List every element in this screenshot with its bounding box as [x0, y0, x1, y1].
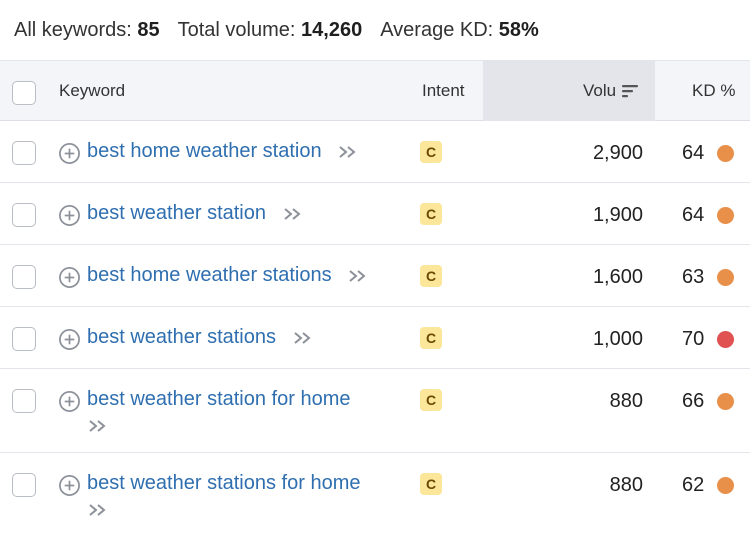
all-keywords-value: 85 [137, 18, 160, 41]
table-row: best weather station for home C 880 66 [0, 369, 750, 453]
kd-difficulty-dot [717, 145, 734, 162]
keyword-link[interactable]: best weather station for home [87, 388, 350, 410]
intent-badge: C [420, 473, 442, 495]
keyword-cell: best home weather station [87, 136, 417, 166]
plus-circle-icon[interactable] [58, 390, 81, 413]
row-checkbox[interactable] [12, 327, 36, 351]
kd-difficulty-dot [717, 269, 734, 286]
average-kd-label: Average KD: [380, 18, 494, 41]
column-header-volume[interactable]: Volu [583, 61, 639, 121]
row-checkbox[interactable] [12, 473, 36, 497]
intent-badge: C [420, 265, 442, 287]
volume-value: 1,900 [592, 204, 643, 226]
keyword-link[interactable]: best home weather stations [87, 264, 332, 286]
volume-value: 880 [609, 390, 643, 412]
kd-value: 62 [682, 474, 705, 496]
summary-bar: All keywords: 85 Total volume: 14,260 Av… [14, 17, 557, 43]
keyword-cell: best weather stations [87, 322, 417, 352]
volume-value: 2,900 [592, 142, 643, 164]
keyword-cell: best weather stations for home [87, 468, 417, 518]
keyword-table: Keyword Intent Volu KD % best home weath… [0, 60, 750, 534]
double-chevron-right-icon[interactable] [282, 206, 304, 222]
kd-difficulty-dot [717, 393, 734, 410]
plus-circle-icon[interactable] [58, 474, 81, 497]
column-header-volume-label: Volu [583, 81, 617, 100]
plus-circle-icon[interactable] [58, 266, 81, 289]
keyword-cell: best home weather stations [87, 260, 417, 290]
kd-value: 64 [682, 142, 705, 164]
kd-difficulty-dot [717, 207, 734, 224]
double-chevron-right-icon[interactable] [87, 502, 109, 518]
summary-average-kd: Average KD: 58% [380, 19, 539, 42]
column-header-keyword[interactable]: Keyword [59, 61, 125, 121]
kd-difficulty-dot [717, 331, 734, 348]
table-row: best home weather station C 2,900 64 [0, 121, 750, 183]
keyword-cell: best weather station for home [87, 384, 417, 434]
row-checkbox[interactable] [12, 389, 36, 413]
all-keywords-label: All keywords: [14, 18, 132, 41]
intent-badge: C [420, 203, 442, 225]
table-body: best home weather station C 2,900 64 bes… [0, 121, 750, 534]
summary-total-volume: Total volume: 14,260 [178, 19, 363, 42]
keyword-cell: best weather station [87, 198, 417, 228]
double-chevron-right-icon[interactable] [292, 330, 314, 346]
row-checkbox[interactable] [12, 203, 36, 227]
table-header: Keyword Intent Volu KD % [0, 60, 750, 121]
double-chevron-right-icon[interactable] [347, 268, 369, 284]
keyword-link[interactable]: best weather stations for home [87, 472, 360, 494]
intent-badge: C [420, 389, 442, 411]
kd-difficulty-dot [717, 477, 734, 494]
table-row: best home weather stations C 1,600 63 [0, 245, 750, 307]
column-header-kd[interactable]: KD % [692, 61, 735, 121]
intent-badge: C [420, 141, 442, 163]
keyword-link[interactable]: best weather stations [87, 326, 276, 348]
plus-circle-icon[interactable] [58, 142, 81, 165]
column-header-intent[interactable]: Intent [422, 61, 465, 121]
select-all-checkbox[interactable] [12, 81, 36, 105]
summary-all-keywords: All keywords: 85 [14, 19, 160, 42]
kd-value: 70 [682, 328, 705, 350]
table-row: best weather stations C 1,000 70 [0, 307, 750, 369]
total-volume-label: Total volume: [177, 18, 296, 41]
total-volume-value: 14,260 [301, 18, 363, 41]
kd-value: 63 [682, 266, 705, 288]
kd-value: 64 [682, 204, 705, 226]
average-kd-value: 58% [498, 18, 539, 41]
plus-circle-icon[interactable] [58, 328, 81, 351]
keyword-link[interactable]: best home weather station [87, 140, 322, 162]
volume-value: 880 [609, 474, 643, 496]
plus-circle-icon[interactable] [58, 204, 81, 227]
volume-value: 1,000 [592, 328, 643, 350]
sort-descending-icon[interactable] [621, 83, 639, 99]
intent-badge: C [420, 327, 442, 349]
kd-value: 66 [682, 390, 705, 412]
double-chevron-right-icon[interactable] [87, 418, 109, 434]
row-checkbox[interactable] [12, 141, 36, 165]
keyword-link[interactable]: best weather station [87, 202, 266, 224]
row-checkbox[interactable] [12, 265, 36, 289]
table-row: best weather stations for home C 880 62 [0, 453, 750, 534]
volume-value: 1,600 [592, 266, 643, 288]
double-chevron-right-icon[interactable] [337, 144, 359, 160]
table-row: best weather station C 1,900 64 [0, 183, 750, 245]
